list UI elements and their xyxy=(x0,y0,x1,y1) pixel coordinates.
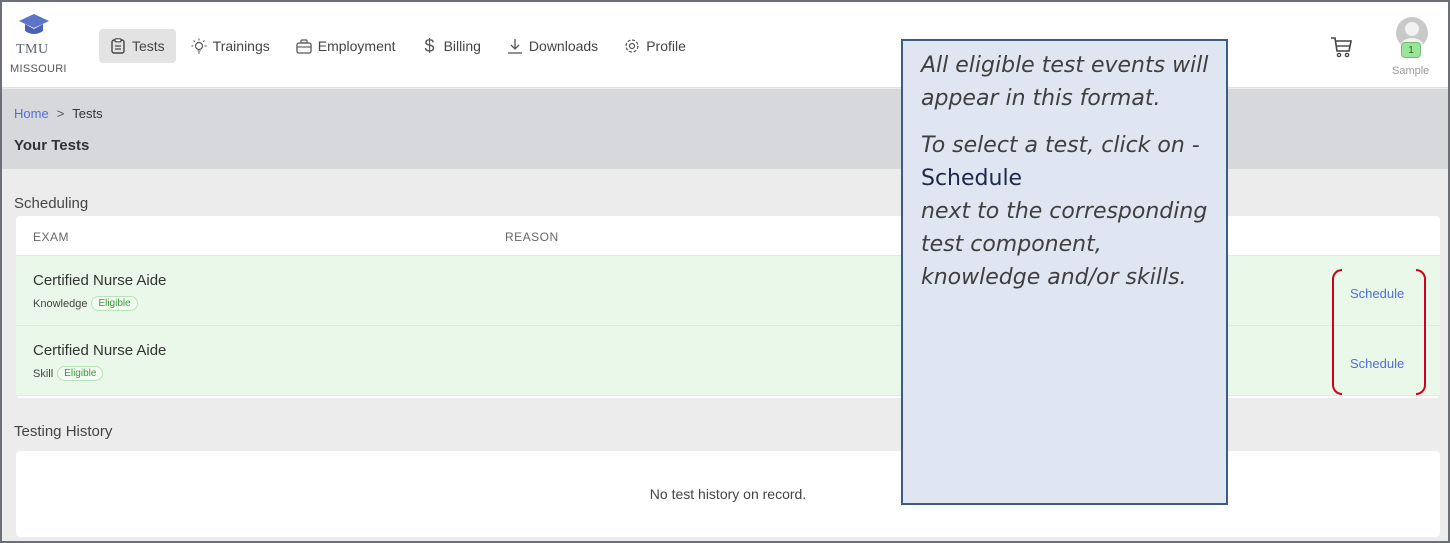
schedule-link-knowledge[interactable]: Schedule xyxy=(1350,286,1404,301)
column-header-reason: REASON xyxy=(505,230,559,244)
callout-line-1: All eligible test events will appear in … xyxy=(921,53,1209,111)
nav-item-trainings[interactable]: Trainings xyxy=(180,29,281,63)
nav-item-profile[interactable]: Profile xyxy=(613,29,697,63)
cart-icon[interactable] xyxy=(1330,36,1352,58)
dollar-icon: $ xyxy=(424,35,435,56)
callout-keyword: Schedule xyxy=(921,166,1023,191)
component-label: Knowledge xyxy=(33,297,88,310)
scheduling-section-label: Scheduling xyxy=(14,195,89,212)
schedule-link-skill[interactable]: Schedule xyxy=(1350,356,1404,371)
user-name[interactable]: Sample xyxy=(1392,65,1429,77)
clipboard-icon xyxy=(110,38,126,54)
exam-name: Certified Nurse Aide xyxy=(33,272,167,289)
briefcase-icon xyxy=(296,38,312,54)
main-nav: Tests Trainings Employment $ Billing Dow… xyxy=(99,29,701,63)
nav-item-tests[interactable]: Tests xyxy=(99,29,176,63)
highlight-bracket-right xyxy=(1416,269,1426,395)
lightbulb-icon xyxy=(191,38,207,54)
callout-line-2: To select a test, click on - xyxy=(921,133,1200,158)
nav-item-billing[interactable]: $ Billing xyxy=(411,29,492,63)
nav-label-tests: Tests xyxy=(132,38,165,54)
testing-history-label: Testing History xyxy=(14,423,113,440)
nav-label-downloads: Downloads xyxy=(528,38,599,54)
nav-label-employment: Employment xyxy=(317,38,396,54)
page-header: Home > Tests Your Tests xyxy=(2,89,1448,169)
nav-label-profile: Profile xyxy=(646,38,686,54)
top-navigation-bar: TMU MISSOURI Tests Trainings Employment … xyxy=(2,2,1448,88)
graduation-cap-icon xyxy=(19,14,49,34)
exam-name: Certified Nurse Aide xyxy=(33,342,167,359)
nav-item-downloads[interactable]: Downloads xyxy=(496,29,609,63)
breadcrumb: Home > Tests xyxy=(14,106,103,121)
gear-icon xyxy=(624,38,640,54)
nav-label-trainings: Trainings xyxy=(212,38,270,54)
instruction-callout: All eligible test events will appear in … xyxy=(901,39,1228,505)
brand-name: TMU xyxy=(16,42,49,57)
exam-component: Knowledge Eligible xyxy=(33,296,138,311)
nav-label-billing: Billing xyxy=(443,38,481,54)
column-header-exam: EXAM xyxy=(33,230,70,244)
notification-badge[interactable]: 1 xyxy=(1401,42,1421,58)
exam-component: Skill Eligible xyxy=(33,366,104,381)
breadcrumb-home-link[interactable]: Home xyxy=(14,106,49,121)
brand-state: MISSOURI xyxy=(10,63,67,75)
status-badge: Eligible xyxy=(57,366,104,381)
component-label: Skill xyxy=(33,367,54,380)
nav-item-employment[interactable]: Employment xyxy=(285,29,407,63)
page-title: Your Tests xyxy=(14,137,90,154)
brand-logo[interactable]: TMU MISSOURI xyxy=(10,12,86,78)
breadcrumb-separator: > xyxy=(56,106,65,121)
download-icon xyxy=(507,38,523,54)
breadcrumb-current: Tests xyxy=(72,106,103,121)
status-badge: Eligible xyxy=(91,296,138,311)
app-window: TMU MISSOURI Tests Trainings Employment … xyxy=(0,0,1450,543)
callout-line-3: next to the corresponding test component… xyxy=(921,199,1208,290)
highlight-bracket-left xyxy=(1332,269,1342,395)
